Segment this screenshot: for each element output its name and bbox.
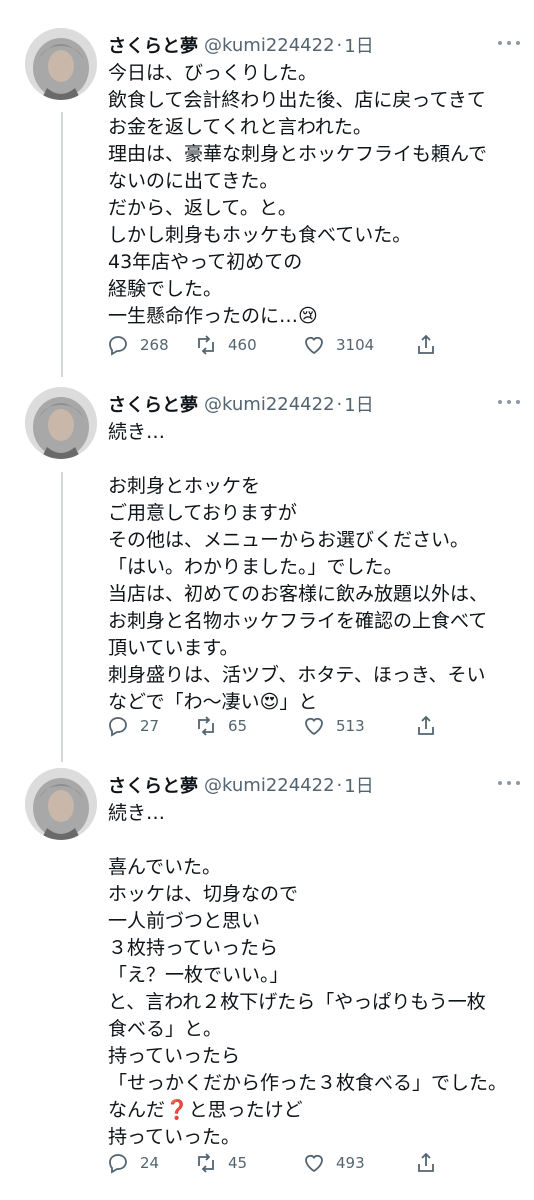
display-name[interactable]: さくらと夢 (108, 772, 198, 798)
retweet-icon (198, 716, 214, 736)
timestamp[interactable]: 1日 (344, 391, 373, 417)
tweet-line: お金を返してくれと言われた。 (108, 116, 372, 138)
share-icon (418, 1152, 434, 1172)
tweet-line: 続き… (108, 802, 166, 824)
reply-count: 27 (140, 717, 160, 735)
retweet-button[interactable]: 65 (194, 711, 247, 741)
tweet-line: 理由は、豪華な刺身とホッケフライも頼んで (108, 143, 488, 165)
tweet-line: 「え？一枚でいい。」 (108, 964, 289, 986)
tweet-line: 食べる」と。 (108, 1018, 223, 1040)
tweet-line: ご用意しておりますが (108, 502, 297, 524)
reply-icon (109, 336, 127, 356)
tweet-line: しかし刺身もホッケも食べていた。 (108, 224, 412, 246)
tweet-line: 持っていったら (108, 1045, 241, 1067)
like-count: 513 (336, 717, 365, 735)
tweet-line: だから、返して。と。 (108, 197, 297, 219)
retweet-button[interactable]: 460 (194, 330, 257, 360)
share-icon (418, 715, 434, 735)
display-name[interactable]: さくらと夢 (108, 32, 198, 58)
more-icon[interactable] (498, 395, 520, 409)
tweet-line: ホッケは、切身なので (108, 883, 299, 905)
timestamp[interactable]: 1日 (344, 772, 373, 798)
more-icon[interactable] (498, 776, 520, 790)
like-button[interactable]: 3104 (302, 330, 374, 360)
tweet-line: 飲食して会計終わり出た後、店に戻ってきて (108, 89, 486, 111)
share-button[interactable] (414, 330, 438, 360)
reply-count: 268 (140, 336, 169, 354)
tweet-text: 続き… お刺身とホッケを ご用意しておりますが その他は、メニューからお選びくだ… (108, 419, 523, 716)
tweet-actions: 24 45 493 (106, 1148, 446, 1178)
reply-icon (109, 717, 127, 737)
share-button[interactable] (414, 711, 438, 741)
tweet-line: 経験でした。 (108, 278, 223, 300)
tweet-actions: 268 460 3104 (106, 330, 446, 360)
more-icon[interactable] (498, 36, 520, 50)
share-icon (418, 334, 434, 354)
reply-button[interactable]: 27 (106, 711, 159, 741)
like-count: 493 (336, 1154, 365, 1172)
tweet-line (108, 446, 523, 473)
tweet-header: さくらと夢 @kumi224422 · 1日 (108, 772, 374, 798)
like-button[interactable]: 513 (302, 711, 365, 741)
tweet-line: 頂いています。 (108, 637, 239, 659)
retweet-button[interactable]: 45 (194, 1148, 247, 1178)
tweet-text: 続き… 喜んでいた。 ホッケは、切身なので 一人前づつと思い ３枚持っていったら… (108, 800, 523, 1151)
reply-button[interactable]: 24 (106, 1148, 159, 1178)
reply-button[interactable]: 268 (106, 330, 169, 360)
tweet-line: お刺身とホッケを (108, 475, 261, 497)
reply-count: 24 (140, 1154, 160, 1172)
tweet-line: 持っていった。 (108, 1126, 241, 1148)
tweet-line: ないのに出てきた。 (108, 170, 279, 192)
like-count: 3104 (336, 336, 375, 354)
tweet-line: 喜んでいた。 (108, 856, 222, 878)
user-handle[interactable]: @kumi224422 (204, 775, 335, 796)
tweet-line: お刺身と名物ホッケフライを確認の上食べて (108, 610, 488, 632)
like-icon (305, 717, 323, 736)
tweet-line: 43年店やって初めての (108, 251, 303, 273)
tweet-header: さくらと夢 @kumi224422 · 1日 (108, 391, 374, 417)
tweet-line (108, 827, 523, 854)
display-name[interactable]: さくらと夢 (108, 391, 198, 417)
avatar[interactable] (25, 387, 97, 459)
separator: · (336, 34, 343, 56)
tweet-3[interactable]: さくらと夢 @kumi224422 · 1日 続き… 喜んでいた。 ホッケは、切… (0, 768, 534, 1188)
tweet-line: なんだ❓と思ったけど (108, 1099, 303, 1121)
like-button[interactable]: 493 (302, 1148, 365, 1178)
tweet-line: 続き… (108, 421, 166, 443)
share-button[interactable] (414, 1148, 438, 1178)
like-icon (305, 1154, 323, 1173)
tweet-line: その他は、メニューからお選びください。 (108, 529, 470, 551)
tweet-line: 「せっかくだから作った３枚食べる」でした。 (108, 1072, 508, 1094)
tweet-header: さくらと夢 @kumi224422 · 1日 (108, 32, 374, 58)
separator: · (336, 393, 343, 415)
tweet-line: 一人前づつと思い (108, 910, 261, 932)
avatar[interactable] (25, 768, 97, 840)
tweet-line: と、言われ２枚下げたら「やっぱりもう一枚 (108, 991, 486, 1013)
tweet-line: 当店は、初めてのお客様に飲み放題以外は、 (108, 583, 489, 605)
tweet-text: 今日は、びっくりした。 飲食して会計終わり出た後、店に戻ってきて お金を返してく… (108, 60, 523, 330)
retweet-count: 460 (228, 336, 257, 354)
retweet-icon (198, 335, 214, 355)
retweet-icon (198, 1153, 214, 1173)
user-handle[interactable]: @kumi224422 (204, 35, 335, 56)
tweet-actions: 27 65 513 (106, 711, 446, 741)
timestamp[interactable]: 1日 (344, 32, 373, 58)
tweet-line: 今日は、びっくりした。 (108, 62, 318, 84)
retweet-count: 65 (228, 717, 248, 735)
tweet-line: ３枚持っていったら (108, 937, 279, 959)
retweet-count: 45 (228, 1154, 248, 1172)
tweet-1[interactable]: さくらと夢 @kumi224422 · 1日 今日は、びっくりした。 飲食して会… (0, 28, 534, 368)
tweet-line: 刺身盛りは、活ツブ、ホタテ、ほっき、そい (108, 664, 486, 686)
tweet-line: 「はい。わかりました。」でした。 (108, 556, 403, 578)
tweet-2[interactable]: さくらと夢 @kumi224422 · 1日 続き… お刺身とホッケを ご用意し… (0, 387, 534, 757)
like-icon (305, 336, 323, 355)
tweet-line: 一生懸命作ったのに…😢 (108, 305, 318, 327)
reply-icon (109, 1154, 127, 1174)
avatar[interactable] (25, 28, 97, 100)
separator: · (336, 774, 343, 796)
user-handle[interactable]: @kumi224422 (204, 394, 335, 415)
